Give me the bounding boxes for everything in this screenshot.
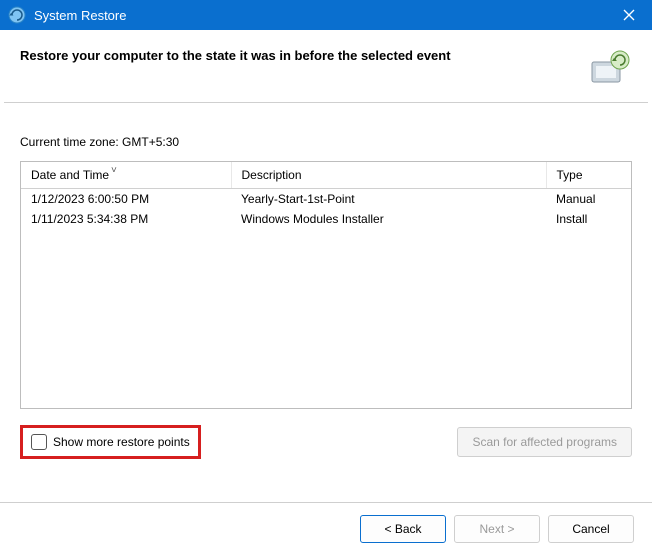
- close-button[interactable]: [606, 0, 652, 30]
- window-title: System Restore: [34, 8, 606, 23]
- cell-desc: Yearly-Start-1st-Point: [231, 189, 546, 210]
- show-more-label: Show more restore points: [53, 435, 190, 449]
- cell-date: 1/12/2023 6:00:50 PM: [21, 189, 231, 210]
- system-restore-icon: [8, 6, 26, 24]
- restore-illustration-icon: [588, 48, 632, 88]
- dialog-footer: < Back Next > Cancel: [0, 502, 652, 555]
- titlebar: System Restore: [0, 0, 652, 30]
- column-header-date[interactable]: Date and Time: [21, 162, 231, 189]
- timezone-label: Current time zone: GMT+5:30: [20, 135, 632, 149]
- column-header-type[interactable]: Type: [546, 162, 631, 189]
- scan-affected-programs-button[interactable]: Scan for affected programs: [457, 427, 632, 457]
- cell-date: 1/11/2023 5:34:38 PM: [21, 209, 231, 229]
- cell-type: Install: [546, 209, 631, 229]
- column-header-description[interactable]: Description: [231, 162, 546, 189]
- cell-type: Manual: [546, 189, 631, 210]
- show-more-checkbox[interactable]: [31, 434, 47, 450]
- next-button[interactable]: Next >: [454, 515, 540, 543]
- restore-points-table: Date and Time Description Type 1/12/2023…: [20, 161, 632, 409]
- table-row[interactable]: 1/12/2023 6:00:50 PM Yearly-Start-1st-Po…: [21, 189, 631, 210]
- page-header: Restore your computer to the state it wa…: [0, 30, 652, 102]
- page-heading: Restore your computer to the state it wa…: [20, 48, 588, 63]
- below-table-row: Show more restore points Scan for affect…: [20, 425, 632, 459]
- back-button[interactable]: < Back: [360, 515, 446, 543]
- show-more-restore-points[interactable]: Show more restore points: [20, 425, 201, 459]
- table-row[interactable]: 1/11/2023 5:34:38 PM Windows Modules Ins…: [21, 209, 631, 229]
- cancel-button[interactable]: Cancel: [548, 515, 634, 543]
- content-area: Current time zone: GMT+5:30 Date and Tim…: [0, 103, 652, 467]
- cell-desc: Windows Modules Installer: [231, 209, 546, 229]
